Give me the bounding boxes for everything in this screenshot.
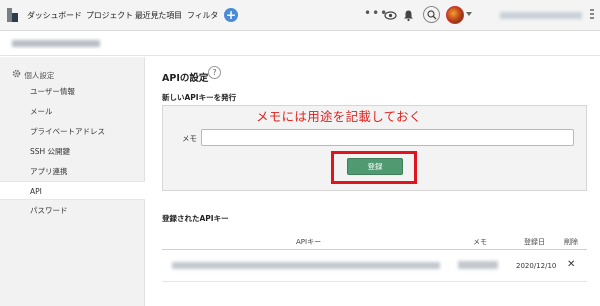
sidebar-heading-label: 個人設定	[24, 71, 55, 80]
project-header	[0, 31, 600, 56]
nav-projects[interactable]: プロジェクト	[86, 10, 133, 21]
sidebar-item-mail[interactable]: メール	[0, 102, 145, 121]
column-header-date: 登録日	[524, 238, 545, 246]
settings-sidebar: 個人設定 ユーザー情報 メール プライベートアドレス SSH 公開鍵 アプリ連携…	[0, 57, 145, 306]
sidebar-item-ssh-key[interactable]: SSH 公開鍵	[0, 142, 145, 161]
page-title: APIの設定	[162, 73, 209, 84]
table-row-divider	[162, 281, 587, 282]
nav-recent-items[interactable]: 最近見た項目	[135, 10, 182, 21]
annotation-text: メモには用途を記載しておく	[256, 109, 422, 124]
search-icon[interactable]	[423, 6, 440, 23]
api-key-redacted	[172, 262, 440, 269]
grip-icon[interactable]	[590, 9, 594, 22]
chevron-down-icon[interactable]	[466, 12, 472, 16]
bell-icon[interactable]	[402, 9, 415, 22]
memo-redacted	[458, 261, 498, 269]
help-icon[interactable]: ?	[208, 66, 221, 79]
top-nav-bar: ダッシュボード プロジェクト 最近見た項目 フィルタ + •••	[0, 0, 600, 31]
nav-dashboard[interactable]: ダッシュボード	[27, 10, 82, 21]
sidebar-item-password[interactable]: パスワード	[0, 201, 145, 220]
project-name-redacted	[12, 40, 100, 47]
sidebar-heading: 個人設定	[12, 69, 54, 81]
registered-keys-heading: 登録されたAPIキー	[162, 214, 229, 223]
new-key-heading: 新しいAPIキーを発行	[162, 93, 237, 102]
sidebar-item-user-info[interactable]: ユーザー情報	[0, 82, 145, 101]
add-icon[interactable]: +	[224, 8, 238, 22]
column-header-memo: メモ	[473, 238, 487, 246]
eye-icon[interactable]	[384, 9, 397, 22]
table-header-divider	[162, 249, 587, 250]
app-logo[interactable]	[7, 8, 18, 22]
column-header-delete: 削除	[564, 238, 578, 246]
sidebar-item-app-integration[interactable]: アプリ連携	[0, 162, 145, 181]
user-name-redacted	[500, 12, 582, 19]
sidebar-item-private-address[interactable]: プライベートアドレス	[0, 122, 145, 141]
sidebar-item-api[interactable]: API	[0, 181, 145, 200]
gear-icon	[12, 69, 22, 80]
column-header-api-key: APIキー	[296, 238, 322, 246]
avatar[interactable]	[446, 6, 464, 24]
register-button[interactable]: 登録	[347, 158, 403, 175]
registered-date: 2020/12/10	[516, 262, 557, 270]
nav-filter[interactable]: フィルタ	[187, 10, 218, 21]
delete-icon[interactable]: ✕	[567, 259, 575, 270]
memo-label: メモ	[182, 134, 197, 143]
memo-input[interactable]	[201, 129, 574, 146]
